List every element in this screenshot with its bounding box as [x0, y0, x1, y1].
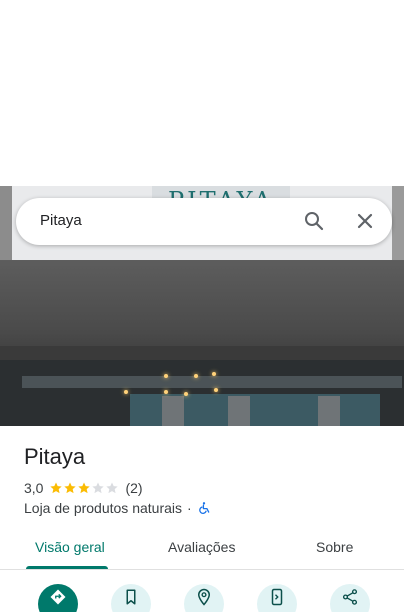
tab-overview[interactable]: Visão geral — [35, 539, 105, 555]
light-bulb — [124, 390, 128, 394]
star-filled-icon — [78, 482, 91, 494]
directions-icon — [50, 589, 66, 605]
light-bulb — [164, 374, 168, 378]
tab-bar: Visão geral Avaliações Sobre — [0, 528, 404, 570]
separator-dot: · — [187, 500, 192, 516]
search-input[interactable]: Pitaya — [40, 212, 82, 229]
nearby-icon — [197, 588, 211, 606]
star-empty-icon — [92, 482, 105, 494]
light-bulb — [194, 374, 198, 378]
active-tab-indicator — [26, 566, 108, 569]
send-to-phone-icon — [271, 588, 283, 606]
light-bulb — [214, 388, 218, 392]
awning-edge — [0, 346, 404, 360]
place-title: Pitaya — [24, 444, 86, 469]
star-empty-icon — [106, 482, 119, 494]
rating-row[interactable]: 3,0 (2) — [24, 479, 143, 497]
wheelchair-icon — [198, 502, 209, 514]
bookmark-icon — [126, 589, 136, 605]
light-bulb — [212, 372, 216, 376]
search-icon[interactable] — [302, 209, 326, 233]
category-row: Loja de produtos naturais · — [24, 499, 211, 517]
window-frame — [228, 396, 250, 426]
star-filled-icon — [64, 482, 77, 494]
rating-stars — [49, 481, 119, 495]
map-blank-area — [0, 0, 408, 186]
star-filled-icon — [50, 482, 63, 494]
storefront-beam — [22, 376, 402, 388]
review-count[interactable]: (2) — [125, 480, 142, 496]
tab-about[interactable]: Sobre — [316, 539, 353, 555]
place-category: Loja de produtos naturais — [24, 500, 182, 516]
close-icon[interactable] — [353, 209, 377, 233]
share-icon — [342, 589, 358, 605]
window-frame — [318, 396, 340, 426]
window-frame — [162, 396, 184, 426]
tab-reviews[interactable]: Avaliações — [168, 539, 235, 555]
light-bulb — [184, 392, 188, 396]
rating-value: 3,0 — [24, 480, 44, 496]
search-bar[interactable]: Pitaya — [16, 198, 392, 245]
light-bulb — [164, 390, 168, 394]
